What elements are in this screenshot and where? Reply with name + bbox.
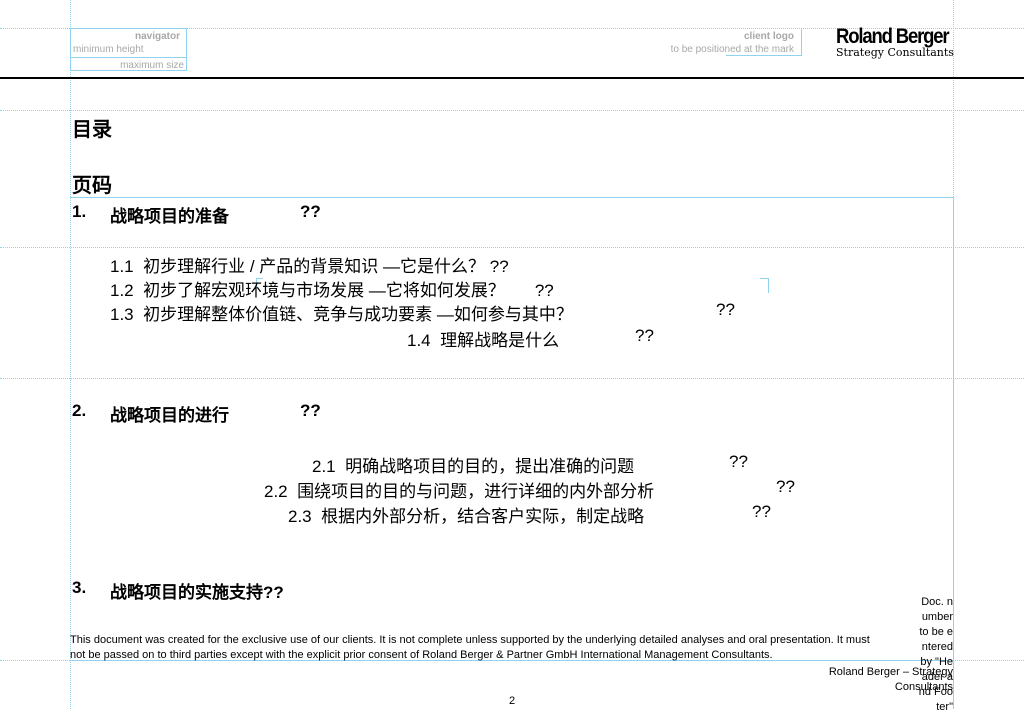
- guide-line: [0, 378, 1024, 379]
- item-number: 1.2: [110, 281, 134, 300]
- section-3-page: ??: [263, 583, 284, 602]
- toc-item-1-3[interactable]: 1.3 初步理解整体价值链、竞争与成功要素 —如何参与其中？: [110, 300, 573, 325]
- toc-item-2-1-page: ??: [729, 452, 748, 471]
- toc-item-1-3-page: ??: [716, 300, 735, 319]
- client-logo-mark: [726, 28, 802, 56]
- item-number: 2.1: [312, 457, 336, 476]
- item-number: 1.4: [407, 331, 431, 350]
- item-number: 1.3: [110, 305, 134, 324]
- toc-item-2-3[interactable]: 2.3 根据内外部分析，结合客户实际，制定战略: [288, 502, 644, 527]
- navigator-max-label: maximum size: [120, 60, 184, 71]
- section-1-title[interactable]: 战略项目的准备: [110, 202, 229, 227]
- toc-item-1-4-page: ??: [635, 326, 654, 345]
- item-title: 理解战略是什么: [440, 331, 560, 350]
- section-3[interactable]: 战略项目的实施支持??: [110, 578, 284, 603]
- item-title: 根据内外部分析，结合客户实际，制定战略: [321, 507, 645, 526]
- guide-line: [0, 110, 1024, 111]
- toc-item-2-2[interactable]: 2.2 围绕项目的目的与问题，进行详细的内外部分析: [264, 477, 654, 502]
- page-number: 2: [509, 695, 516, 707]
- section-2-title[interactable]: 战略项目的进行: [110, 401, 229, 426]
- item-title: 初步理解行业 / 产品的背景知识 —它是什么？: [143, 257, 485, 276]
- toc-item-2-1[interactable]: 2.1 明确战略项目的目的，提出准确的问题: [312, 452, 634, 477]
- item-page: ??: [534, 281, 554, 300]
- section-2-number: 2.: [72, 401, 87, 420]
- text-box-marker: [760, 278, 769, 293]
- toc-item-2-3-page: ??: [752, 502, 771, 521]
- disclaimer-line-1: This document was created for the exclus…: [70, 634, 870, 646]
- section-1-page: ??: [300, 202, 321, 221]
- navigator-min-label: minimum height: [73, 44, 144, 55]
- guide-line: [70, 197, 953, 198]
- toc-title: 目录: [72, 119, 112, 141]
- item-page: ??: [489, 257, 509, 276]
- doc-number: Doc. number to be entered by "Header and…: [918, 596, 953, 713]
- item-title: 明确战略项目的目的，提出准确的问题: [345, 457, 635, 476]
- brand-logo: Roland Berger Strategy Consultants: [836, 25, 964, 59]
- disclaimer-line-2: not be passed on to third parties except…: [70, 649, 773, 661]
- item-number: 2.2: [264, 482, 288, 501]
- header-rule: [0, 77, 1024, 79]
- item-number: 1.1: [110, 257, 134, 276]
- toc-page-label: 页码: [72, 175, 112, 197]
- navigator-box: navigator minimum height maximum size: [70, 28, 187, 71]
- brand-name: Roland Berger: [836, 25, 950, 48]
- section-3-title: 战略项目的实施支持: [110, 583, 263, 602]
- guide-line: [0, 247, 1024, 248]
- toc-item-1-1[interactable]: 1.1 初步理解行业 / 产品的背景知识 —它是什么？ ??: [110, 252, 509, 277]
- section-2-page: ??: [300, 401, 321, 420]
- toc-item-2-2-page: ??: [776, 477, 795, 496]
- guide-line: [953, 197, 954, 709]
- item-title: 初步了解宏观环境与市场发展 —它将如何发展？: [143, 281, 505, 300]
- section-3-number: 3.: [72, 578, 87, 597]
- toc-item-1-4[interactable]: 1.4 理解战略是什么: [407, 326, 559, 351]
- item-title: 围绕项目的目的与问题，进行详细的内外部分析: [297, 482, 655, 501]
- section-1-number: 1.: [72, 202, 87, 221]
- navigator-title: navigator: [134, 31, 180, 42]
- guide-line: [70, 0, 71, 709]
- item-title: 初步理解整体价值链、竞争与成功要素 —如何参与其中？: [143, 305, 573, 324]
- item-number: 2.3: [288, 507, 312, 526]
- toc-item-1-2[interactable]: 1.2 初步了解宏观环境与市场发展 —它将如何发展？??: [110, 276, 554, 301]
